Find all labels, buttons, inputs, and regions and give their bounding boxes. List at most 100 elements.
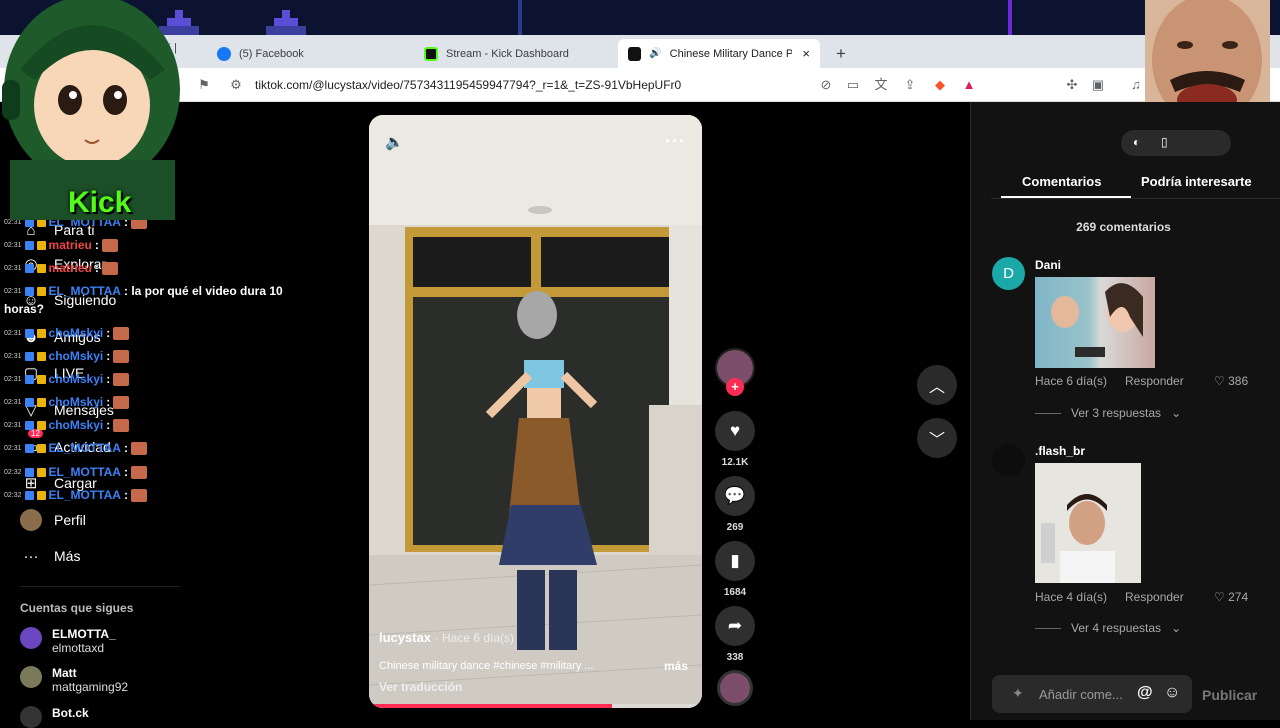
caption-more-button[interactable]: más [664,659,688,673]
reply-button[interactable]: Responder [1125,590,1184,604]
chat-time: 02:31 [4,444,22,452]
tab-tiktok[interactable]: 🔊 Chinese Military Dance Perfor × [618,39,820,68]
comment-image[interactable] [1035,463,1141,583]
avatar[interactable]: D [992,257,1025,290]
chat-text: : [123,441,128,455]
media-icon[interactable]: ♫ [1128,77,1144,93]
phone-icon[interactable]: ▯ [1161,135,1168,149]
video-frame [369,115,702,708]
author-avatar-button[interactable]: + [715,348,755,396]
tab-kick-dashboard[interactable]: Stream - Kick Dashboard [414,39,619,68]
chat-time: 02:31 [4,421,22,429]
chat-message: 02:31 EL_MOTTAA: la por qué el video dura… [4,284,283,298]
account-handle: elmottaxd [52,641,105,655]
next-video-button[interactable]: ﹀ [917,418,957,458]
chevron-down-icon: ⌄ [1171,621,1182,635]
url-field[interactable]: tiktok.com/@lucystax/video/7573431195459… [255,78,681,92]
chat-time: 02:31 [4,241,22,249]
comment-like-button[interactable]: ♡ 386 [1214,374,1248,388]
comment-count-label: 269 comentarios [1076,220,1171,234]
sidebar-icon[interactable]: ▣ [1090,77,1106,93]
brave-shield-icon[interactable]: ◆ [932,77,948,93]
comment-image[interactable] [1035,277,1155,368]
browser-tab-bar: (K | Ke (5) Facebook Stream - Kick Dashb… [0,35,1280,68]
chat-crown-icon [36,263,46,273]
chat-username: choMskyi [48,418,104,432]
post-comment-button[interactable]: Publicar [1202,687,1257,703]
site-info-icon[interactable]: ⚙ [228,77,244,93]
comment-input[interactable]: Añadir come... [1039,687,1123,702]
avatar [717,670,753,706]
following-account[interactable]: ELMOTTA_ elmottaxd [20,627,116,655]
chat-time: 02:32 [4,468,22,476]
following-account[interactable]: Bot.ck [20,706,89,728]
avatar[interactable] [992,444,1025,477]
previous-video-button[interactable]: ︿ [917,365,957,405]
chat-crown-icon [36,397,46,407]
chat-crown-icon [36,328,46,338]
view-toggle[interactable]: ◐ ▯ [1121,130,1231,156]
tab-suggested[interactable]: Podría interesarte [1141,174,1252,189]
comment-input-box[interactable]: ✦ Añadir come... @ ☺ [992,675,1192,713]
chat-username: choMskyi [48,395,104,409]
share-icon[interactable]: ⇪ [902,77,918,93]
emoji-icon[interactable]: ☺ [1164,684,1180,702]
compass-icon[interactable]: ◐ [1133,135,1140,149]
chat-crown-icon [36,490,46,500]
sidebar-item-label: Más [54,548,81,564]
view-replies-button[interactable]: Ver 4 respuestas ⌄ [1035,621,1181,635]
comment-like-count: 274 [1228,590,1249,604]
sidebar-item-perfil[interactable]: Perfil [20,509,86,531]
sidebar-item-label: Perfil [54,512,86,528]
chat-username: choMskyi [48,372,104,386]
following-account[interactable]: Matt mattgaming92 [20,666,128,694]
heart-outline-icon: ♡ [1214,590,1229,604]
stream-overlay-strip [0,0,1280,35]
chat-crown-icon [36,467,46,477]
save-button[interactable]: ▮ 1684 [715,541,755,598]
account-name: Bot.ck [52,706,89,720]
translate-icon[interactable]: 文 [873,77,889,93]
sidebar-item-mas[interactable]: ··· Más [20,545,81,567]
translate-link[interactable]: Ver traducción [379,680,462,694]
music-avatar[interactable] [715,670,755,706]
chat-message: 02:31 choMskyi: [4,349,130,363]
comment-like-count: 386 [1228,374,1249,388]
comment-button[interactable]: 💬 269 [715,476,755,533]
follow-plus-icon[interactable]: + [726,378,744,396]
tab-label: (5) Facebook [239,47,304,60]
comment-username[interactable]: Dani [1035,258,1061,272]
chat-time: 02:31 [4,375,22,383]
share-count: 338 [726,652,744,663]
tab-facebook[interactable]: (5) Facebook [207,39,412,68]
cast-icon[interactable]: ▭ [845,77,861,93]
chat-emote [101,261,118,275]
chat-message: horas? [4,302,44,316]
heart-icon: ♥ [715,411,755,451]
video-author[interactable]: lucystax [379,630,431,645]
brave-rewards-icon[interactable]: ▲ [961,77,977,93]
view-replies-button[interactable]: Ver 3 respuestas ⌄ [1035,406,1181,420]
tab-comments[interactable]: Comentarios [1022,174,1101,189]
reply-button[interactable]: Responder [1125,374,1184,388]
comment-like-button[interactable]: ♡ 274 [1214,590,1248,604]
bookmark-icon[interactable]: ⚑ [196,77,212,93]
chat-emote [113,395,130,409]
chat-message: 02:31 EL_MOTTAA: [4,441,147,455]
video-author-line: lucystax · Hace 6 día(s) [379,630,514,645]
video-player[interactable]: 🔈 ··· lucystax · Hace 6 día(s) Chinese m… [369,115,702,708]
new-tab-button[interactable]: + [826,39,856,68]
progress-track[interactable] [369,704,702,708]
like-button[interactable]: ♥ 12.1K [715,411,755,468]
comment-icon: 💬 [715,476,755,516]
extensions-icon[interactable]: ✣ [1064,77,1080,93]
mention-icon[interactable]: @ [1137,684,1153,702]
close-tab-icon[interactable]: × [802,46,810,61]
chat-text: : [106,395,111,409]
comment-username[interactable]: .flash_br [1035,444,1085,458]
more-options-icon[interactable]: ··· [665,131,686,152]
volume-icon[interactable]: 🔈 [385,133,404,151]
no-tracking-icon[interactable]: ⊘ [818,77,834,93]
share-button[interactable]: ➦ 338 [715,606,755,663]
comment-time: Hace 6 día(s) [1035,374,1108,388]
